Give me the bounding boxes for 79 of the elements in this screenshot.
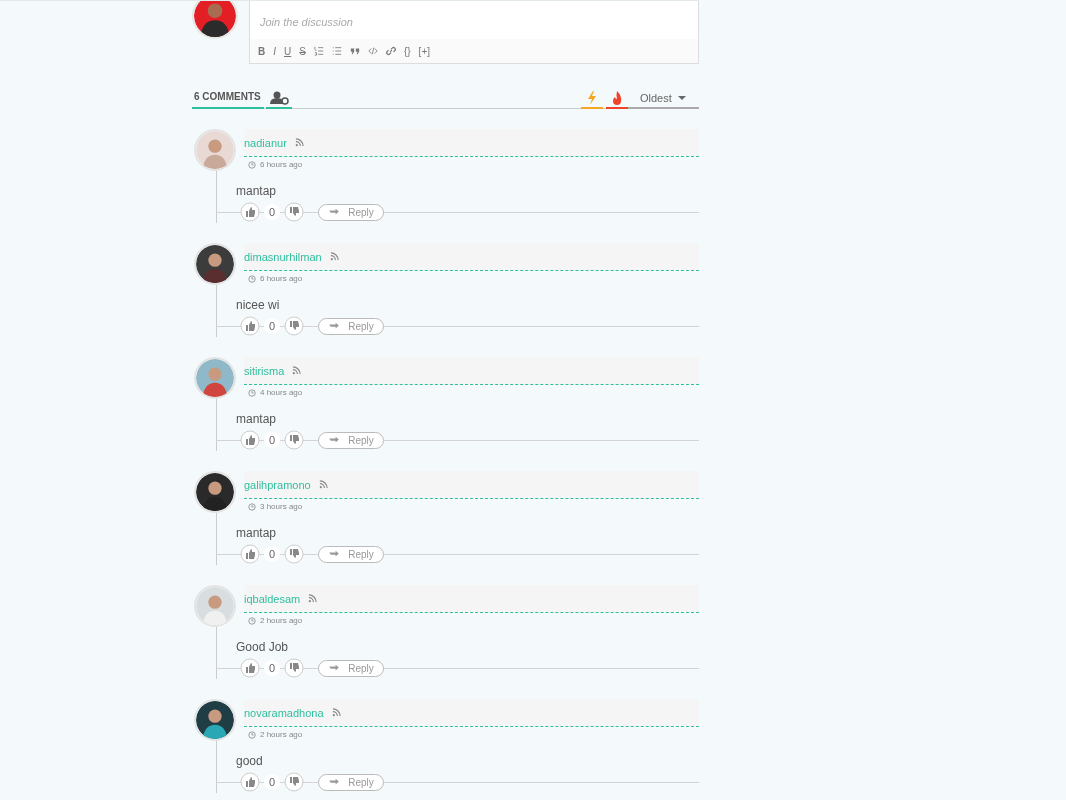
- author-link[interactable]: dimasnurhilman: [244, 250, 322, 263]
- reply-button[interactable]: Reply: [318, 431, 384, 449]
- comment-text: nicee wi: [236, 298, 281, 312]
- comment-text: Good Job: [236, 640, 290, 654]
- format-button[interactable]: I: [273, 45, 276, 57]
- reply-arrow-icon: [328, 436, 341, 444]
- comment-time: 2 hours ago: [260, 730, 303, 739]
- clock-icon: [248, 502, 256, 511]
- reply-button[interactable]: Reply: [318, 773, 384, 791]
- rss-icon[interactable]: [318, 480, 328, 489]
- thumbs-down-icon[interactable]: [284, 544, 304, 564]
- format-button[interactable]: [+]: [418, 45, 430, 57]
- link-icon[interactable]: [385, 46, 396, 56]
- vote-count: 0: [264, 432, 280, 448]
- author-link[interactable]: nadianur: [244, 136, 287, 149]
- reply-arrow-icon: [328, 778, 341, 786]
- author-link[interactable]: novaramadhona: [244, 706, 324, 719]
- vote-count: 0: [264, 204, 280, 220]
- clock-icon: [248, 730, 256, 739]
- author-link[interactable]: sitirisma: [244, 364, 285, 377]
- clock-icon: [248, 616, 256, 625]
- reply-arrow-icon: [328, 664, 341, 672]
- lightning-icon[interactable]: [581, 89, 603, 109]
- reply-arrow-icon: [328, 208, 341, 216]
- comment-time: 6 hours ago: [260, 274, 303, 283]
- rss-icon[interactable]: [292, 366, 302, 375]
- clock-icon: [248, 274, 256, 283]
- comment-time: 3 hours ago: [260, 502, 303, 511]
- reply-arrow-icon: [328, 550, 341, 558]
- format-button[interactable]: U: [284, 45, 292, 57]
- vote-count: 0: [264, 660, 280, 676]
- comment-text: mantap: [236, 184, 278, 198]
- format-button[interactable]: S: [299, 45, 306, 57]
- bullet-list-icon[interactable]: [331, 46, 342, 56]
- rss-icon[interactable]: [331, 708, 341, 717]
- thumbs-up-icon[interactable]: [240, 316, 260, 336]
- author-link[interactable]: iqbaldesam: [244, 592, 301, 605]
- thumbs-down-icon[interactable]: [284, 316, 304, 336]
- rss-icon[interactable]: [294, 138, 304, 147]
- placeholder-text: Join the discussion: [260, 16, 353, 28]
- comment-editor[interactable]: Join the discussion B I U S {} [+]: [249, 1, 699, 64]
- vote-count: 0: [264, 546, 280, 562]
- sort-dropdown[interactable]: Oldest: [628, 89, 699, 109]
- reply-button[interactable]: Reply: [318, 659, 384, 677]
- quote-icon[interactable]: [349, 46, 360, 56]
- author-link[interactable]: galihpramono: [244, 478, 311, 491]
- comment-time: 4 hours ago: [260, 388, 303, 397]
- comments-tab[interactable]: 6 COMMENTS: [192, 89, 264, 109]
- followers-icon[interactable]: [265, 89, 292, 109]
- vote-count: 0: [264, 774, 280, 790]
- comment-time: 6 hours ago: [260, 160, 303, 169]
- reply-button[interactable]: Reply: [318, 317, 384, 335]
- numbered-list-icon[interactable]: [313, 46, 324, 56]
- thumbs-up-icon[interactable]: [240, 202, 260, 222]
- rss-icon[interactable]: [308, 594, 318, 603]
- thumbs-up-icon[interactable]: [240, 430, 260, 450]
- format-button[interactable]: {}: [403, 45, 411, 57]
- thumbs-down-icon[interactable]: [284, 430, 304, 450]
- thumbs-up-icon[interactable]: [240, 544, 260, 564]
- fire-icon[interactable]: [606, 89, 628, 109]
- rss-icon[interactable]: [329, 252, 339, 261]
- reply-button[interactable]: Reply: [318, 203, 384, 221]
- comment-text: good: [236, 754, 264, 768]
- thumbs-down-icon[interactable]: [284, 202, 304, 222]
- clock-icon: [248, 160, 256, 169]
- comment-time: 2 hours ago: [260, 616, 303, 625]
- caret-icon: [677, 96, 686, 100]
- clock-icon: [248, 388, 256, 397]
- thumbs-down-icon[interactable]: [284, 772, 304, 792]
- reply-button[interactable]: Reply: [318, 545, 384, 563]
- format-button[interactable]: B: [258, 45, 266, 57]
- reply-arrow-icon: [328, 322, 341, 330]
- thumbs-up-icon[interactable]: [240, 772, 260, 792]
- vote-count: 0: [264, 318, 280, 334]
- code-icon[interactable]: [367, 46, 378, 56]
- comment-text: mantap: [236, 526, 278, 540]
- comment-text: mantap: [236, 412, 278, 426]
- thumbs-up-icon[interactable]: [240, 658, 260, 678]
- thumbs-down-icon[interactable]: [284, 658, 304, 678]
